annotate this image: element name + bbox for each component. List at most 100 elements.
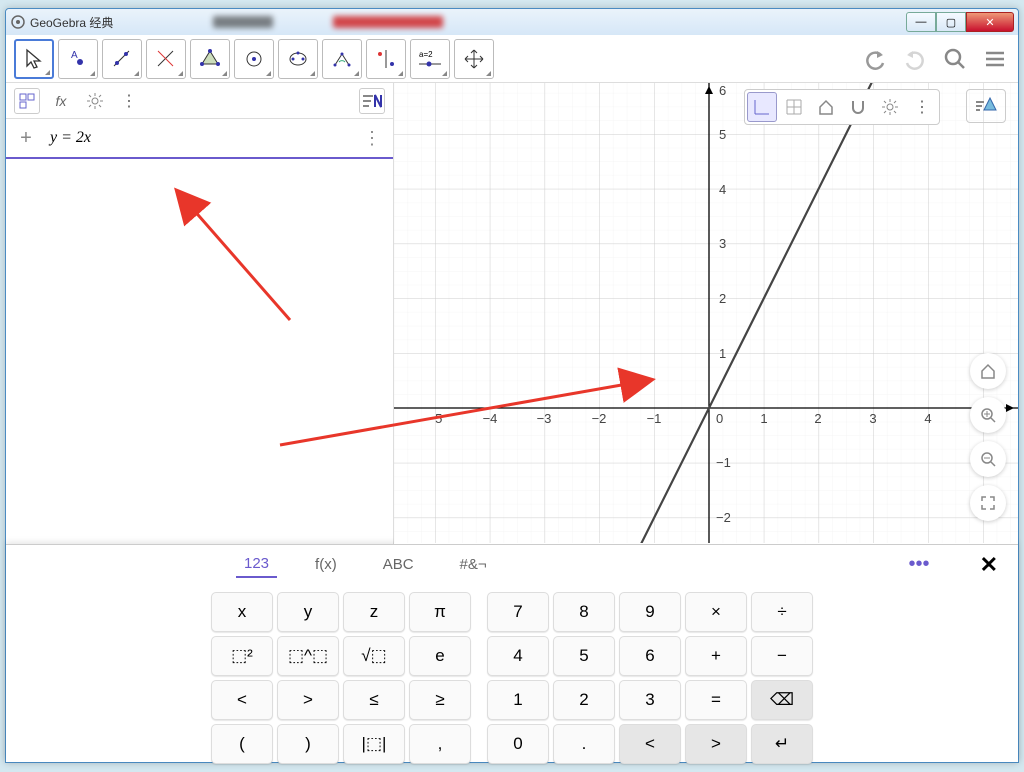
sort-button[interactable] — [359, 88, 385, 114]
more-button[interactable]: ⋮ — [116, 88, 142, 114]
graphics-toolbar: ⋮ — [744, 89, 940, 125]
magnet-icon — [849, 98, 867, 116]
key-ge[interactable]: ≥ — [409, 680, 471, 720]
home-button[interactable] — [811, 92, 841, 122]
titlebar[interactable]: GeoGebra 经典 — ▢ ✕ — [6, 9, 1018, 35]
key-le[interactable]: ≤ — [343, 680, 405, 720]
undo-button[interactable] — [860, 44, 890, 74]
graphics-settings-button[interactable] — [875, 92, 905, 122]
key-3[interactable]: 3 — [619, 680, 681, 720]
app-icon — [10, 14, 26, 30]
search-button[interactable] — [940, 44, 970, 74]
key-y[interactable]: y — [277, 592, 339, 632]
key-0[interactable]: 0 — [487, 724, 549, 764]
virtual-keyboard: 123 f(x) ABC #&¬ ••• ✕ x y z π ⬚² ⬚^⬚ √⬚… — [6, 544, 1018, 762]
svg-text:4: 4 — [719, 182, 726, 197]
kb-tab-123[interactable]: 123 — [236, 551, 277, 578]
key-8[interactable]: 8 — [553, 592, 615, 632]
graph-canvas[interactable]: −1 −2 −3 −4 −5 1 2 3 4 5 0 1 2 3 4 5 6 −… — [394, 83, 1018, 543]
key-lparen[interactable]: ( — [211, 724, 273, 764]
kb-tab-abc[interactable]: ABC — [375, 552, 422, 577]
gear-icon — [86, 92, 104, 110]
key-9[interactable]: 9 — [619, 592, 681, 632]
line-tool[interactable] — [102, 39, 142, 79]
svg-text:6: 6 — [719, 83, 726, 98]
circle-tool[interactable] — [234, 39, 274, 79]
redo-button[interactable] — [900, 44, 930, 74]
key-power[interactable]: ⬚^⬚ — [277, 636, 339, 676]
key-5[interactable]: 5 — [553, 636, 615, 676]
close-button[interactable]: ✕ — [966, 12, 1014, 32]
move-view-tool[interactable] — [454, 39, 494, 79]
key-7[interactable]: 7 — [487, 592, 549, 632]
minimize-button[interactable]: — — [906, 12, 936, 32]
blurred-text-1 — [213, 16, 273, 28]
key-gt[interactable]: > — [277, 680, 339, 720]
key-6[interactable]: 6 — [619, 636, 681, 676]
reset-view-button[interactable] — [970, 353, 1006, 389]
svg-text:−5: −5 — [428, 411, 443, 426]
key-abs[interactable]: |⬚| — [343, 724, 405, 764]
snap-button[interactable] — [843, 92, 873, 122]
key-dot[interactable]: . — [553, 724, 615, 764]
add-input-button[interactable]: + — [14, 127, 38, 150]
slider-tool[interactable]: a=2 — [410, 39, 450, 79]
main-toolbar: A a=2 — [6, 35, 1018, 83]
svg-text:a=2: a=2 — [419, 50, 433, 59]
axes-button[interactable] — [747, 92, 777, 122]
key-pi[interactable]: π — [409, 592, 471, 632]
formula-input[interactable]: y = 2x — [38, 125, 359, 151]
maximize-button[interactable]: ▢ — [936, 12, 966, 32]
menu-button[interactable] — [980, 44, 1010, 74]
keyboard-tabs: 123 f(x) ABC #&¬ ••• ✕ — [6, 545, 1018, 584]
kb-more-button[interactable]: ••• — [909, 553, 930, 576]
key-z[interactable]: z — [343, 592, 405, 632]
key-backspace[interactable]: ⌫ — [751, 680, 813, 720]
key-sqrt[interactable]: √⬚ — [343, 636, 405, 676]
key-left[interactable]: < — [619, 724, 681, 764]
key-minus[interactable]: − — [751, 636, 813, 676]
graphics-view[interactable]: −1 −2 −3 −4 −5 1 2 3 4 5 0 1 2 3 4 5 6 −… — [394, 83, 1018, 544]
polygon-tool[interactable] — [190, 39, 230, 79]
kb-close-button[interactable]: ✕ — [980, 552, 998, 578]
window-title: GeoGebra 经典 — [30, 14, 113, 31]
key-div[interactable]: ÷ — [751, 592, 813, 632]
key-1[interactable]: 1 — [487, 680, 549, 720]
fullscreen-button[interactable] — [970, 485, 1006, 521]
kb-tab-sym[interactable]: #&¬ — [452, 552, 495, 577]
key-e[interactable]: e — [409, 636, 471, 676]
key-rparen[interactable]: ) — [277, 724, 339, 764]
key-lt[interactable]: < — [211, 680, 273, 720]
kb-tab-fx[interactable]: f(x) — [307, 552, 345, 577]
reflect-tool[interactable] — [366, 39, 406, 79]
svg-text:−2: −2 — [716, 510, 731, 525]
key-enter[interactable]: ↵ — [751, 724, 813, 764]
grid-button[interactable] — [779, 92, 809, 122]
zoom-out-icon — [979, 450, 997, 468]
algebra-view-button[interactable] — [14, 88, 40, 114]
key-mul[interactable]: × — [685, 592, 747, 632]
ellipse-tool[interactable] — [278, 39, 318, 79]
key-comma[interactable]: , — [409, 724, 471, 764]
key-x[interactable]: x — [211, 592, 273, 632]
formula-input-row[interactable]: + y = 2x ⋮ — [6, 119, 393, 159]
key-square[interactable]: ⬚² — [211, 636, 273, 676]
zoom-in-icon — [979, 406, 997, 424]
settings-button[interactable] — [82, 88, 108, 114]
zoom-in-button[interactable] — [970, 397, 1006, 433]
angle-tool[interactable] — [322, 39, 362, 79]
svg-text:4: 4 — [924, 411, 931, 426]
key-2[interactable]: 2 — [553, 680, 615, 720]
graphics-more-button[interactable]: ⋮ — [907, 92, 937, 122]
key-4[interactable]: 4 — [487, 636, 549, 676]
key-eq[interactable]: = — [685, 680, 747, 720]
perpendicular-tool[interactable] — [146, 39, 186, 79]
fx-button[interactable]: fx — [48, 88, 74, 114]
point-tool[interactable]: A — [58, 39, 98, 79]
key-plus[interactable]: + — [685, 636, 747, 676]
key-right[interactable]: > — [685, 724, 747, 764]
zoom-out-button[interactable] — [970, 441, 1006, 477]
style-bar-button[interactable] — [966, 89, 1006, 123]
formula-options[interactable]: ⋮ — [359, 128, 385, 149]
move-tool[interactable] — [14, 39, 54, 79]
